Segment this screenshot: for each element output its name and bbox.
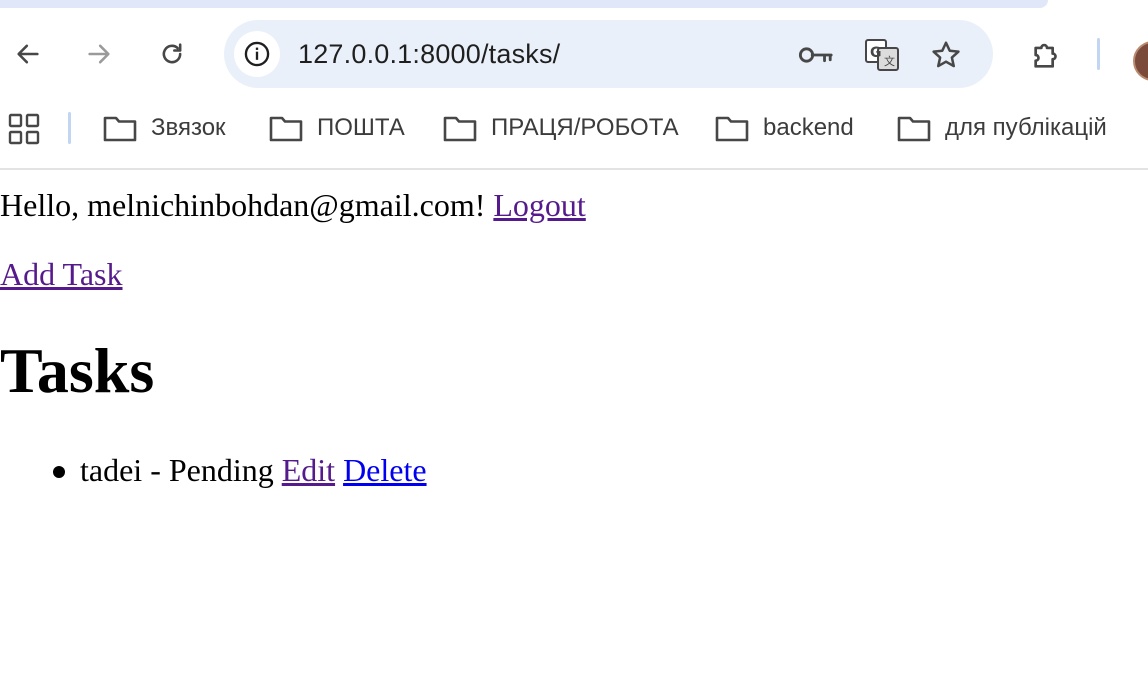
add-task-link[interactable]: Add Task [0, 255, 123, 293]
logout-link[interactable]: Logout [493, 187, 585, 223]
folder-icon [269, 116, 303, 142]
apps-grid-icon[interactable] [8, 113, 40, 145]
puzzle-icon [1034, 43, 1057, 68]
svg-text:G: G [870, 45, 882, 61]
site-info-button[interactable] [234, 31, 280, 77]
user-greeting: Hello, melnichinbohdan@gmail.com! Logout [0, 186, 586, 224]
page-content: Hello, melnichinbohdan@gmail.com! Logout… [0, 170, 1148, 676]
task-name: tadei [80, 452, 143, 488]
folder-icon [443, 116, 477, 142]
bookmarks-bar: Звязок ПОШТА ПРАЦЯ/РОБОТА backend для пу… [0, 100, 1148, 170]
delete-task-link[interactable]: Delete [343, 452, 427, 488]
tab-strip-edge [0, 0, 1048, 8]
translate-button[interactable]: G 文 [864, 37, 900, 73]
folder-icon [897, 116, 931, 142]
page-title: Tasks [0, 335, 155, 406]
passwords-button[interactable] [798, 37, 834, 73]
edit-task-link[interactable]: Edit [282, 452, 335, 488]
bookmark-label: Звязок [151, 114, 226, 141]
folder-icon [715, 116, 749, 142]
folder-icon [103, 116, 137, 142]
translate-icon: G 文 [865, 39, 899, 71]
reload-button[interactable] [154, 36, 190, 72]
greeting-text: Hello, melnichinbohdan@gmail.com! [0, 187, 486, 223]
toolbar-separator [1097, 38, 1100, 70]
bookmark-label: ПОШТА [317, 114, 405, 141]
bookmark-label: для публікацій [945, 114, 1107, 141]
list-bullet [53, 466, 65, 478]
back-button[interactable] [10, 36, 46, 72]
arrow-right-icon [88, 44, 110, 64]
extensions-button[interactable] [1028, 36, 1066, 74]
bookmark-folder-zvyazok[interactable]: Звязок [103, 110, 226, 146]
forward-button[interactable] [81, 36, 117, 72]
bookmark-label: ПРАЦЯ/РОБОТА [491, 114, 679, 141]
bookmark-label: backend [763, 114, 854, 141]
bookmark-star-button[interactable] [928, 37, 964, 73]
bookmark-folder-pratsya-robota[interactable]: ПРАЦЯ/РОБОТА [443, 110, 679, 146]
svg-text:文: 文 [884, 54, 895, 68]
task-separator: - [142, 452, 169, 488]
bookmark-folder-poshta[interactable]: ПОШТА [269, 110, 405, 146]
bookmark-folder-backend[interactable]: backend [715, 110, 854, 146]
arrow-left-icon [17, 44, 39, 64]
task-status: Pending [168, 452, 274, 488]
task-item: tadei - Pending Edit Delete [0, 450, 427, 490]
url-text[interactable]: 127.0.0.1:8000/tasks/ [298, 36, 560, 72]
task-list: tadei - Pending Edit Delete [0, 450, 427, 490]
star-icon [932, 41, 960, 68]
profile-avatar[interactable] [1133, 41, 1148, 81]
bookmark-folder-dlya-publikatsiy[interactable]: для публікацій [897, 110, 1107, 146]
browser-toolbar: 127.0.0.1:8000/tasks/ G 文 [0, 8, 1148, 100]
bookmarks-separator [68, 112, 71, 144]
info-icon [244, 41, 270, 67]
reload-icon [162, 43, 182, 64]
key-icon [798, 47, 833, 63]
address-bar[interactable]: 127.0.0.1:8000/tasks/ G 文 [224, 20, 993, 88]
